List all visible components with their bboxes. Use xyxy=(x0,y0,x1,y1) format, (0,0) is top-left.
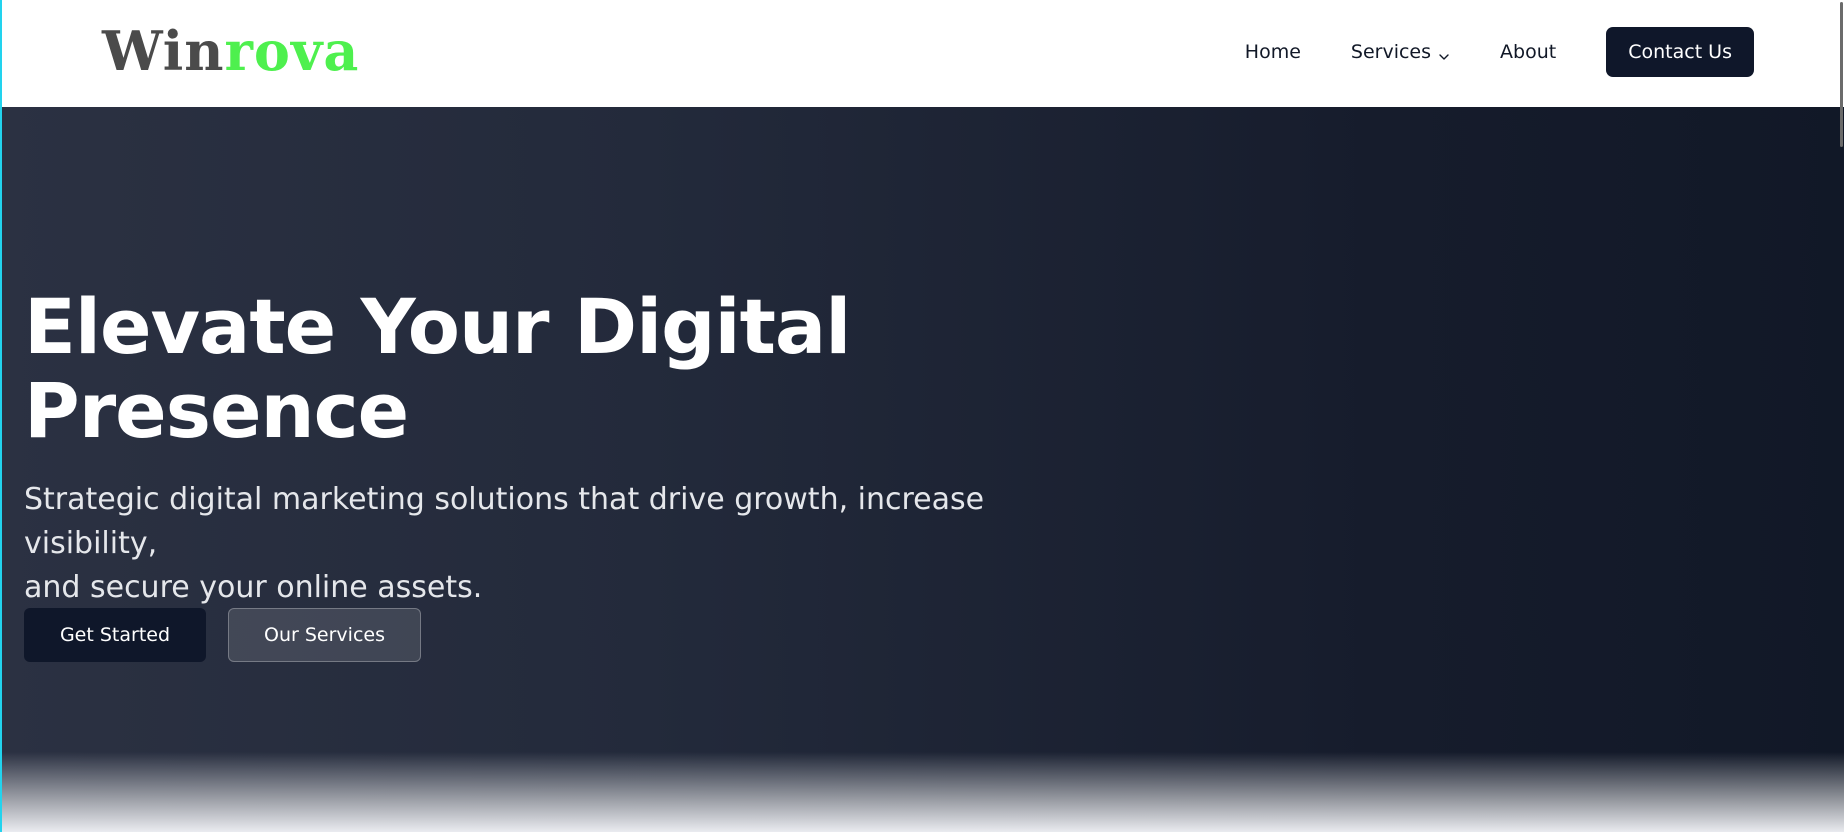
nav-item-label: About xyxy=(1500,41,1557,63)
get-started-button[interactable]: Get Started xyxy=(24,608,206,662)
hero-subtitle: Strategic digital marketing solutions th… xyxy=(24,478,1104,610)
hero-title-line1: Elevate Your Digital xyxy=(24,282,851,371)
hero-subtitle-line2: and secure your online assets. xyxy=(24,570,483,605)
site-header: Winrova Home Services About Contact Us xyxy=(0,0,1844,107)
hero-section: Elevate Your Digital Presence Strategic … xyxy=(0,107,1844,832)
brand-logo[interactable]: Winrova xyxy=(102,18,359,84)
logo-text-part1: Win xyxy=(102,19,225,83)
nav-item-home[interactable]: Home xyxy=(1245,41,1301,63)
our-services-button[interactable]: Our Services xyxy=(228,608,421,662)
contact-us-button[interactable]: Contact Us xyxy=(1606,27,1754,77)
nav-item-services[interactable]: Services xyxy=(1351,41,1450,63)
page-scrollbar[interactable] xyxy=(1838,0,1844,832)
nav-item-label: Home xyxy=(1244,41,1301,63)
main-nav: Home Services About Contact Us xyxy=(1245,27,1754,77)
hero-buttons: Get Started Our Services xyxy=(24,608,421,662)
chevron-down-icon xyxy=(1438,46,1450,60)
hero-bottom-fade xyxy=(0,752,1844,832)
hero-subtitle-line1: Strategic digital marketing solutions th… xyxy=(24,482,985,561)
scrollbar-thumb[interactable] xyxy=(1840,2,1843,147)
hero-title-line2: Presence xyxy=(24,366,409,455)
logo-text-part2: rova xyxy=(224,19,360,83)
hero-title: Elevate Your Digital Presence xyxy=(24,285,924,453)
left-edge-accent xyxy=(0,0,2,832)
nav-item-about[interactable]: About xyxy=(1500,41,1556,63)
nav-item-label: Services xyxy=(1350,41,1432,63)
